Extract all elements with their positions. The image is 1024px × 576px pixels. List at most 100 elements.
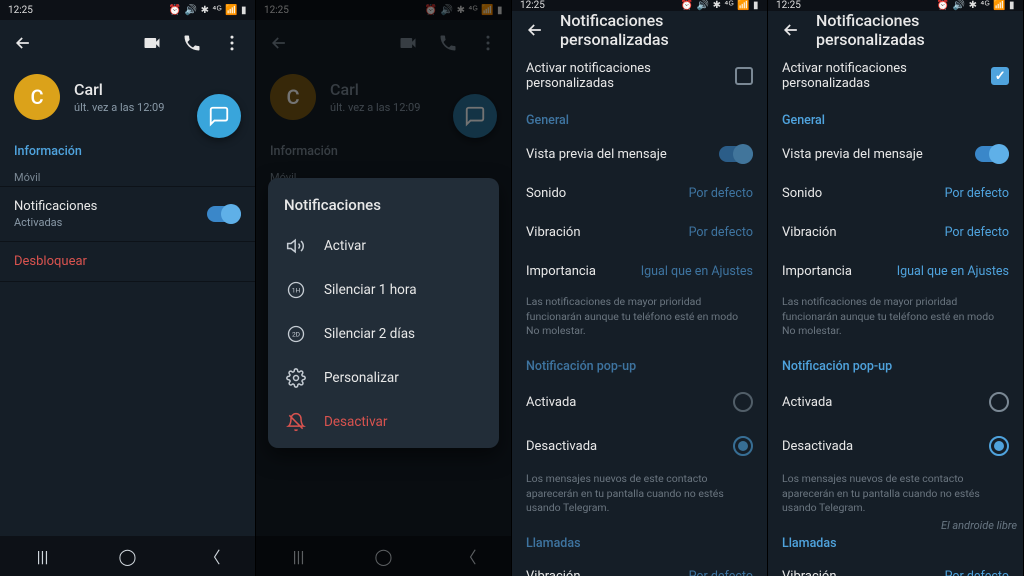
row-popup-off: Desactivada — [512, 424, 767, 468]
enable-checkbox[interactable] — [991, 67, 1009, 85]
popup-on-radio[interactable] — [989, 392, 1009, 412]
nav-bar: ||| ◯ 〈 — [0, 536, 255, 576]
calls-vibration-value: Por defecto — [945, 569, 1009, 576]
popup-on-radio — [733, 392, 753, 412]
section-general: General — [512, 103, 767, 134]
back-button[interactable] — [776, 15, 806, 45]
sheet-item-mute-1h[interactable]: 1H Silenciar 1 hora — [268, 268, 499, 312]
importance-value: Igual que en Ajustes — [641, 264, 753, 279]
call-button[interactable] — [177, 28, 207, 58]
section-calls: Llamadas — [512, 526, 767, 557]
sound-value: Por defecto — [689, 186, 753, 201]
page-title: Notificaciones personalizadas — [560, 11, 759, 49]
status-bar: 12:25 ⏰ 🔊 ✱ ⁴ᴳ 📶 ▮ — [512, 0, 767, 11]
section-info: Información — [0, 134, 255, 165]
nav-home[interactable]: ◯ — [108, 547, 148, 566]
last-seen: últ. vez a las 12:09 — [74, 101, 164, 114]
priority-help: Las notificaciones de mayor prioridad fu… — [512, 291, 767, 349]
video-call-button[interactable] — [137, 28, 167, 58]
row-sound[interactable]: Sonido Por defecto — [768, 174, 1023, 213]
sound-label: Sonido — [782, 186, 822, 201]
popup-off-label: Desactivada — [526, 439, 597, 454]
calls-vibration-label: Vibración — [782, 569, 837, 576]
screen-sheet: 12:25 ⏰ 🔊 ✱ ⁴ᴳ 📶 ▮ C Carl últ. vez a las… — [256, 0, 512, 576]
status-bar: 12:25 ⏰ 🔊 ✱ ⁴ᴳ 📶 ▮ — [768, 0, 1023, 11]
status-bar: 12:25 ⏰ 🔊 ✱ ⁴ᴳ 📶 ▮ — [0, 0, 255, 20]
sheet-item-customize[interactable]: Personalizar — [268, 356, 499, 400]
sheet-label: Personalizar — [324, 370, 399, 386]
popup-help: Los mensajes nuevos de este contacto apa… — [512, 468, 767, 526]
notifications-state: Activadas — [14, 216, 97, 229]
screen-custom-on: 12:25 ⏰ 🔊 ✱ ⁴ᴳ 📶 ▮ Notificaciones person… — [768, 0, 1024, 576]
preview-toggle[interactable] — [975, 146, 1009, 162]
row-notifications[interactable]: Notificaciones Activadas — [0, 187, 255, 241]
screen-profile: 12:25 ⏰ 🔊 ✱ ⁴ᴳ 📶 ▮ C Carl últ. vez a las… — [0, 0, 256, 576]
row-importance[interactable]: Importancia Igual que en Ajustes — [768, 252, 1023, 291]
message-fab[interactable] — [197, 94, 241, 138]
calls-vibration-value: Por defecto — [689, 569, 753, 576]
watermark: El androide libre — [941, 519, 1017, 532]
nav-recent[interactable]: ||| — [23, 547, 63, 566]
section-popup: Notificación pop-up — [768, 349, 1023, 380]
vibration-value: Por defecto — [689, 225, 753, 240]
vibration-label: Vibración — [782, 225, 837, 240]
row-popup-on[interactable]: Activada — [768, 380, 1023, 424]
sheet-item-mute-2d[interactable]: 2D Silenciar 2 días — [268, 312, 499, 356]
gear-icon — [286, 368, 306, 388]
row-calls-vibration[interactable]: Vibración Por defecto — [768, 557, 1023, 576]
back-button[interactable] — [520, 15, 550, 45]
sound-value: Por defecto — [945, 186, 1009, 201]
preview-label: Vista previa del mensaje — [526, 147, 667, 162]
app-bar: Notificaciones personalizadas — [512, 11, 767, 49]
row-vibration: Vibración Por defecto — [512, 213, 767, 252]
sheet-item-activate[interactable]: Activar — [268, 224, 499, 268]
enable-label: Activar notificaciones personalizadas — [526, 61, 735, 91]
preview-toggle — [719, 146, 753, 162]
avatar[interactable]: C — [14, 74, 60, 120]
enable-checkbox[interactable] — [735, 67, 753, 85]
page-title: Notificaciones personalizadas — [816, 11, 1015, 49]
importance-value: Igual que en Ajustes — [897, 264, 1009, 279]
row-popup-off[interactable]: Desactivada — [768, 424, 1023, 468]
row-importance: Importancia Igual que en Ajustes — [512, 252, 767, 291]
more-button[interactable] — [217, 28, 247, 58]
popup-on-label: Activada — [782, 395, 832, 410]
row-unblock[interactable]: Desbloquear — [0, 242, 255, 281]
row-calls-vibration: Vibración Por defecto — [512, 557, 767, 576]
calls-vibration-label: Vibración — [526, 569, 581, 576]
contact-name: Carl — [74, 80, 164, 99]
svg-text:2D: 2D — [292, 331, 300, 339]
enable-label: Activar notificaciones personalizadas — [782, 61, 991, 91]
popup-off-radio[interactable] — [989, 436, 1009, 456]
row-vibration[interactable]: Vibración Por defecto — [768, 213, 1023, 252]
back-button[interactable] — [8, 28, 38, 58]
popup-on-label: Activada — [526, 395, 576, 410]
row-enable-custom[interactable]: Activar notificaciones personalizadas — [512, 49, 767, 103]
status-time: 12:25 — [520, 0, 545, 11]
status-icons: ⏰ 🔊 ✱ ⁴ᴳ 📶 ▮ — [681, 0, 759, 11]
row-preview[interactable]: Vista previa del mensaje — [768, 134, 1023, 174]
sheet-label: Activar — [324, 238, 366, 254]
status-icons: ⏰ 🔊 ✱ ⁴ᴳ 📶 ▮ — [937, 0, 1015, 11]
status-time: 12:25 — [8, 5, 33, 16]
vibration-label: Vibración — [526, 225, 581, 240]
sheet-label: Silenciar 1 hora — [324, 282, 417, 298]
notifications-toggle[interactable] — [207, 206, 241, 222]
nav-back[interactable]: 〈 — [193, 544, 233, 568]
popup-off-label: Desactivada — [782, 439, 853, 454]
sheet-title: Notificaciones — [268, 188, 499, 224]
app-bar — [0, 20, 255, 66]
sheet-label: Silenciar 2 días — [324, 326, 415, 342]
sheet-label: Desactivar — [324, 414, 387, 430]
mute-icon — [286, 412, 306, 432]
importance-label: Importancia — [526, 264, 596, 279]
unblock-label: Desbloquear — [14, 254, 87, 269]
app-bar: Notificaciones personalizadas — [768, 11, 1023, 49]
sheet-item-disable[interactable]: Desactivar — [268, 400, 499, 444]
clock-icon: 2D — [286, 324, 306, 344]
section-general: General — [768, 103, 1023, 134]
status-time: 12:25 — [776, 0, 801, 11]
popup-off-radio — [733, 436, 753, 456]
row-enable-custom[interactable]: Activar notificaciones personalizadas — [768, 49, 1023, 103]
row-preview: Vista previa del mensaje — [512, 134, 767, 174]
